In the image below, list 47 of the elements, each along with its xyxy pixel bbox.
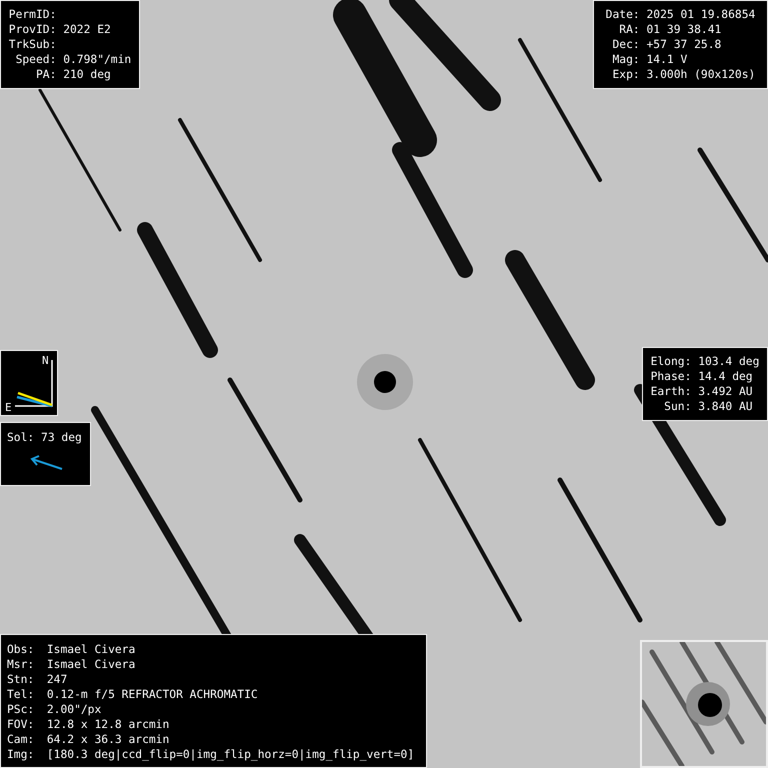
field-value: 2022 E2 (63, 22, 112, 37)
field-value: 2.00"/px (46, 702, 102, 717)
field-label: PermID: (8, 7, 56, 22)
field-label: ProvID: (8, 22, 56, 37)
field-value: 14.1 V (646, 52, 688, 67)
field-label: Phase: (650, 369, 692, 384)
arrow-icon (30, 455, 64, 471)
field-value: [180.3 deg|ccd_flip=0|img_flip_horz=0|img_flip_vert=0] (46, 747, 416, 762)
field-label: Msr: (7, 657, 34, 672)
field-label: Stn: (7, 672, 34, 687)
field-value: +57 37 25.8 (646, 37, 722, 52)
field-label: Tel: (7, 687, 34, 702)
field-value: 3.000h (90x120s) (646, 67, 756, 82)
field-value: 103.4 deg (698, 354, 760, 369)
field-label: Sun: (664, 399, 692, 414)
field-value: 64.2 x 36.3 arcmin (46, 732, 170, 747)
field-value: 3.840 AU (698, 399, 754, 414)
field-value: 0.12-m f/5 REFRACTOR ACHROMATIC (46, 687, 259, 702)
field-value: Ismael Civera (46, 642, 136, 657)
field-label: FOV: (7, 717, 34, 732)
north-label: N (42, 354, 49, 367)
field-value: 14.4 deg (698, 369, 754, 384)
field-label: TrkSub: (8, 37, 56, 52)
field-label: Obs: (7, 642, 34, 657)
field-label: PSc: (7, 702, 34, 717)
field-value: 247 (46, 672, 68, 687)
field-label: Dec: (612, 37, 640, 52)
field-label: PA: (36, 67, 56, 82)
field-value: 210 deg (63, 67, 112, 82)
field-value: 12.8 x 12.8 arcmin (46, 717, 170, 732)
field-label: Cam: (7, 732, 34, 747)
field-label: Elong: (650, 354, 692, 369)
east-label: E (5, 401, 12, 414)
field-value: 73 deg (41, 430, 82, 445)
field-label: Sol: (7, 430, 34, 445)
field-label: Img: (7, 747, 34, 762)
field-value: Ismael Civera (46, 657, 136, 672)
field-value: 3.492 AU (698, 384, 754, 399)
field-value: 01 39 38.41 (646, 22, 722, 37)
field-label: Date: (606, 7, 640, 22)
field-value: 0.798"/min (63, 52, 132, 67)
field-label: RA: (619, 22, 640, 37)
field-label: Speed: (16, 52, 56, 67)
field-label: Mag: (612, 52, 640, 67)
field-label: Exp: (612, 67, 640, 82)
field-label: Earth: (650, 384, 692, 399)
field-value: 2025 01 19.86854 (646, 7, 756, 22)
